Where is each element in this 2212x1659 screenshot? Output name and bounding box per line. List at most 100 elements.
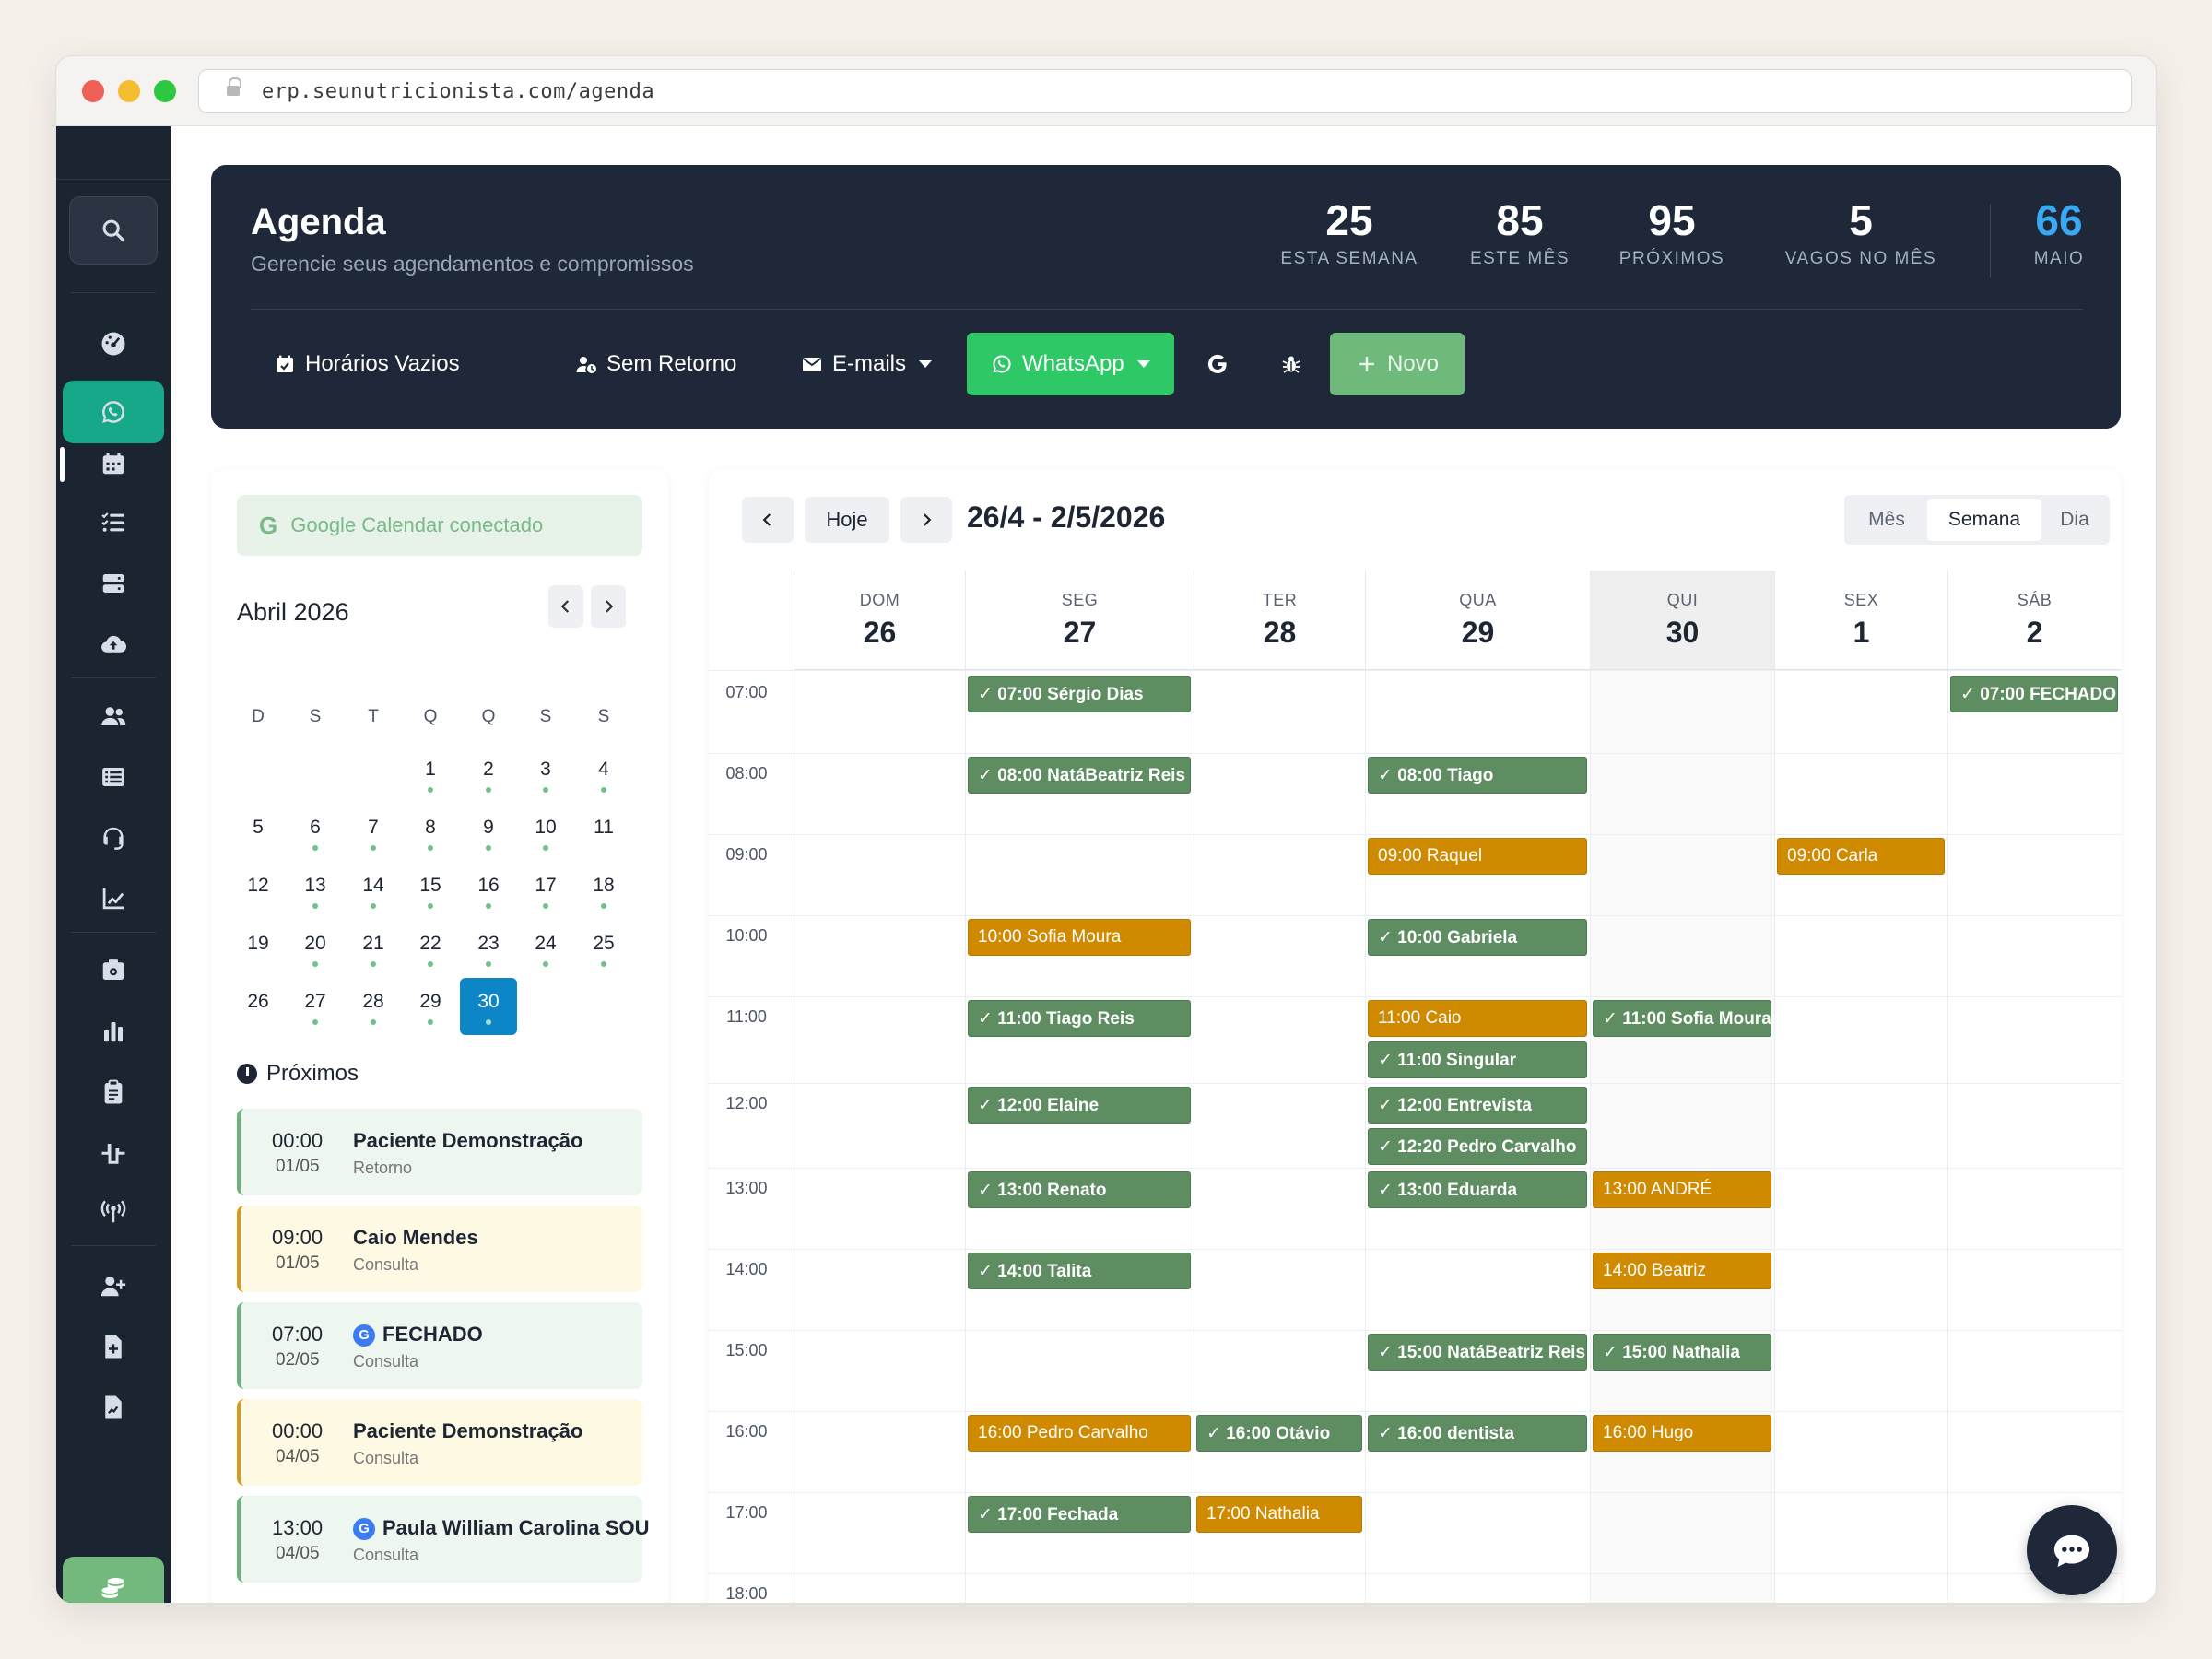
upcoming-appointment[interactable]: 13:00 04/05 G Paula William Carolina SOU Con… (237, 1496, 650, 1583)
appointment-event[interactable]: ✓ 12:00 Entrevista (1368, 1087, 1587, 1124)
mini-calendar-day[interactable]: 11 (575, 804, 632, 861)
chat-button[interactable] (2027, 1505, 2117, 1595)
mini-calendar-day[interactable]: 21 (345, 920, 402, 977)
sidebar-item-new-document[interactable] (56, 1321, 171, 1372)
sidebar-item-tasks[interactable] (56, 497, 171, 548)
mini-calendar-next-button[interactable] (591, 585, 626, 628)
view-day-button[interactable]: Dia (2043, 499, 2106, 541)
whatsapp-dropdown-button[interactable]: WhatsApp (967, 333, 1174, 395)
day-header[interactable]: DOM 26 (794, 571, 965, 670)
sidebar-item-add-user[interactable] (56, 1260, 171, 1312)
appointment-event[interactable]: ✓ 07:00 FECHADO (1950, 676, 2118, 712)
mini-calendar-day[interactable]: 8 (402, 804, 459, 861)
appointment-event[interactable]: 09:00 Raquel (1368, 838, 1587, 875)
mini-calendar-day[interactable]: 14 (345, 862, 402, 919)
sidebar-item-list[interactable] (56, 751, 171, 803)
appointment-event[interactable]: ✓ 11:00 Sofia Moura (1593, 1000, 1771, 1037)
mini-calendar-day[interactable]: 19 (229, 920, 287, 977)
sidebar-item-agenda[interactable] (56, 438, 171, 489)
debug-button[interactable] (1280, 333, 1302, 395)
appointment-event[interactable]: ✓ 08:00 Tiago (1368, 757, 1587, 794)
view-month-button[interactable]: Mês (1848, 499, 1925, 541)
appointment-event[interactable]: 17:00 Nathalia (1196, 1496, 1362, 1533)
sidebar-search-button[interactable] (69, 196, 158, 265)
novo-button[interactable]: Novo (1330, 333, 1465, 395)
mini-calendar-day[interactable]: 7 (345, 804, 402, 861)
day-header[interactable]: SEX 1 (1774, 571, 1947, 670)
upcoming-appointment[interactable]: 09:00 01/05 Caio Mendes Consulta (237, 1206, 642, 1292)
mini-calendar-day[interactable]: 23 (460, 920, 517, 977)
mini-calendar-day[interactable]: 15 (402, 862, 459, 919)
mini-calendar-day[interactable]: 17 (517, 862, 574, 919)
address-bar[interactable]: erp.seunutricionista.com/agenda (198, 69, 2132, 113)
appointment-event[interactable]: 10:00 Sofia Moura (968, 919, 1191, 956)
mini-calendar-day[interactable]: 9 (460, 804, 517, 861)
sidebar-item-broadcast[interactable] (56, 1186, 171, 1238)
appointment-event[interactable]: ✓ 16:00 dentista (1368, 1415, 1587, 1452)
horarios-vazios-button[interactable]: Horários Vazios (274, 333, 460, 395)
mini-calendar-day[interactable]: 16 (460, 862, 517, 919)
appointment-event[interactable]: 11:00 Caio (1368, 1000, 1587, 1037)
mini-calendar-day[interactable]: 28 (345, 978, 402, 1035)
mini-calendar-day[interactable]: 2 (460, 746, 517, 803)
mini-calendar-day[interactable]: 29 (402, 978, 459, 1035)
calendar-next-button[interactable] (900, 497, 952, 543)
appointment-event[interactable]: ✓ 12:00 Elaine (968, 1087, 1191, 1124)
close-window-button[interactable] (82, 80, 104, 102)
mini-calendar-day[interactable]: 12 (229, 862, 287, 919)
mini-calendar-day-selected[interactable]: 30 (460, 978, 517, 1035)
appointment-event[interactable]: ✓ 17:00 Fechada (968, 1496, 1191, 1533)
mini-calendar-day[interactable]: 1 (402, 746, 459, 803)
calendar-today-button[interactable]: Hoje (805, 497, 889, 543)
upcoming-appointment[interactable]: 00:00 01/05 Paciente Demonstração Retorno (237, 1109, 642, 1195)
sidebar-item-patients[interactable] (56, 690, 171, 742)
appointment-event[interactable]: ✓ 12:20 Pedro Carvalho (1368, 1128, 1587, 1165)
mini-calendar-day[interactable]: 25 (575, 920, 632, 977)
mini-calendar-day[interactable]: 10 (517, 804, 574, 861)
appointment-event[interactable]: ✓ 16:00 Otávio (1196, 1415, 1362, 1452)
appointment-event[interactable]: ✓ 15:00 NatáBeatriz Reis (1368, 1334, 1587, 1371)
sidebar-item-statistics[interactable] (56, 1006, 171, 1057)
appointment-event[interactable]: ✓ 11:00 Tiago Reis (968, 1000, 1191, 1037)
appointment-event[interactable]: 16:00 Hugo (1593, 1415, 1771, 1452)
emails-dropdown-button[interactable]: E-mails (801, 333, 933, 395)
day-header[interactable]: TER 28 (1194, 571, 1365, 670)
appointment-event[interactable]: ✓ 10:00 Gabriela (1368, 919, 1587, 956)
appointment-event[interactable]: ✓ 08:00 NatáBeatriz Reis (968, 757, 1191, 794)
mini-calendar-day[interactable]: 5 (229, 804, 287, 861)
mini-calendar-day[interactable]: 24 (517, 920, 574, 977)
day-header[interactable]: SEG 27 (965, 571, 1194, 670)
mini-calendar-day[interactable]: 20 (287, 920, 344, 977)
sidebar-item-cloud[interactable] (56, 618, 171, 670)
mini-calendar-prev-button[interactable] (548, 585, 583, 628)
mini-calendar-day[interactable]: 27 (287, 978, 344, 1035)
appointment-event[interactable]: 14:00 Beatriz (1593, 1253, 1771, 1289)
appointment-event[interactable]: ✓ 07:00 Sérgio Dias (968, 676, 1191, 712)
view-week-button[interactable]: Semana (1927, 499, 2041, 541)
mini-calendar-day[interactable]: 4 (575, 746, 632, 803)
appointment-event[interactable]: ✓ 15:00 Nathalia (1593, 1334, 1771, 1371)
mini-calendar-day[interactable]: 18 (575, 862, 632, 919)
mini-calendar-day[interactable]: 22 (402, 920, 459, 977)
google-calendar-status[interactable]: G Google Calendar conectado (237, 495, 642, 556)
sidebar-item-support[interactable] (56, 812, 171, 864)
mini-calendar-day[interactable]: 26 (229, 978, 287, 1035)
maximize-window-button[interactable] (154, 80, 176, 102)
day-header[interactable]: QUI 30 (1590, 571, 1774, 670)
sidebar-item-monitor[interactable] (56, 1127, 171, 1179)
appointment-event[interactable]: ✓ 13:00 Renato (968, 1171, 1191, 1208)
upcoming-appointment[interactable]: 07:00 02/05 G FECHADO Consulta (237, 1302, 642, 1389)
upcoming-appointment[interactable]: 00:00 04/05 Paciente Demonstração Consulta (237, 1399, 642, 1486)
mini-calendar-day[interactable]: 6 (287, 804, 344, 861)
sidebar-item-reports[interactable] (56, 873, 171, 924)
minimize-window-button[interactable] (118, 80, 140, 102)
sidebar-item-cashier[interactable] (56, 945, 171, 996)
sidebar-item-server[interactable] (56, 558, 171, 609)
appointment-event[interactable]: 16:00 Pedro Carvalho (968, 1415, 1191, 1452)
sem-retorno-button[interactable]: Sem Retorno (575, 333, 736, 395)
mini-calendar-day[interactable]: 13 (287, 862, 344, 919)
appointment-event[interactable]: ✓ 13:00 Eduarda (1368, 1171, 1587, 1208)
appointment-event[interactable]: ✓ 14:00 Talita (968, 1253, 1191, 1289)
calendar-prev-button[interactable] (742, 497, 794, 543)
mini-calendar-day[interactable]: 3 (517, 746, 574, 803)
